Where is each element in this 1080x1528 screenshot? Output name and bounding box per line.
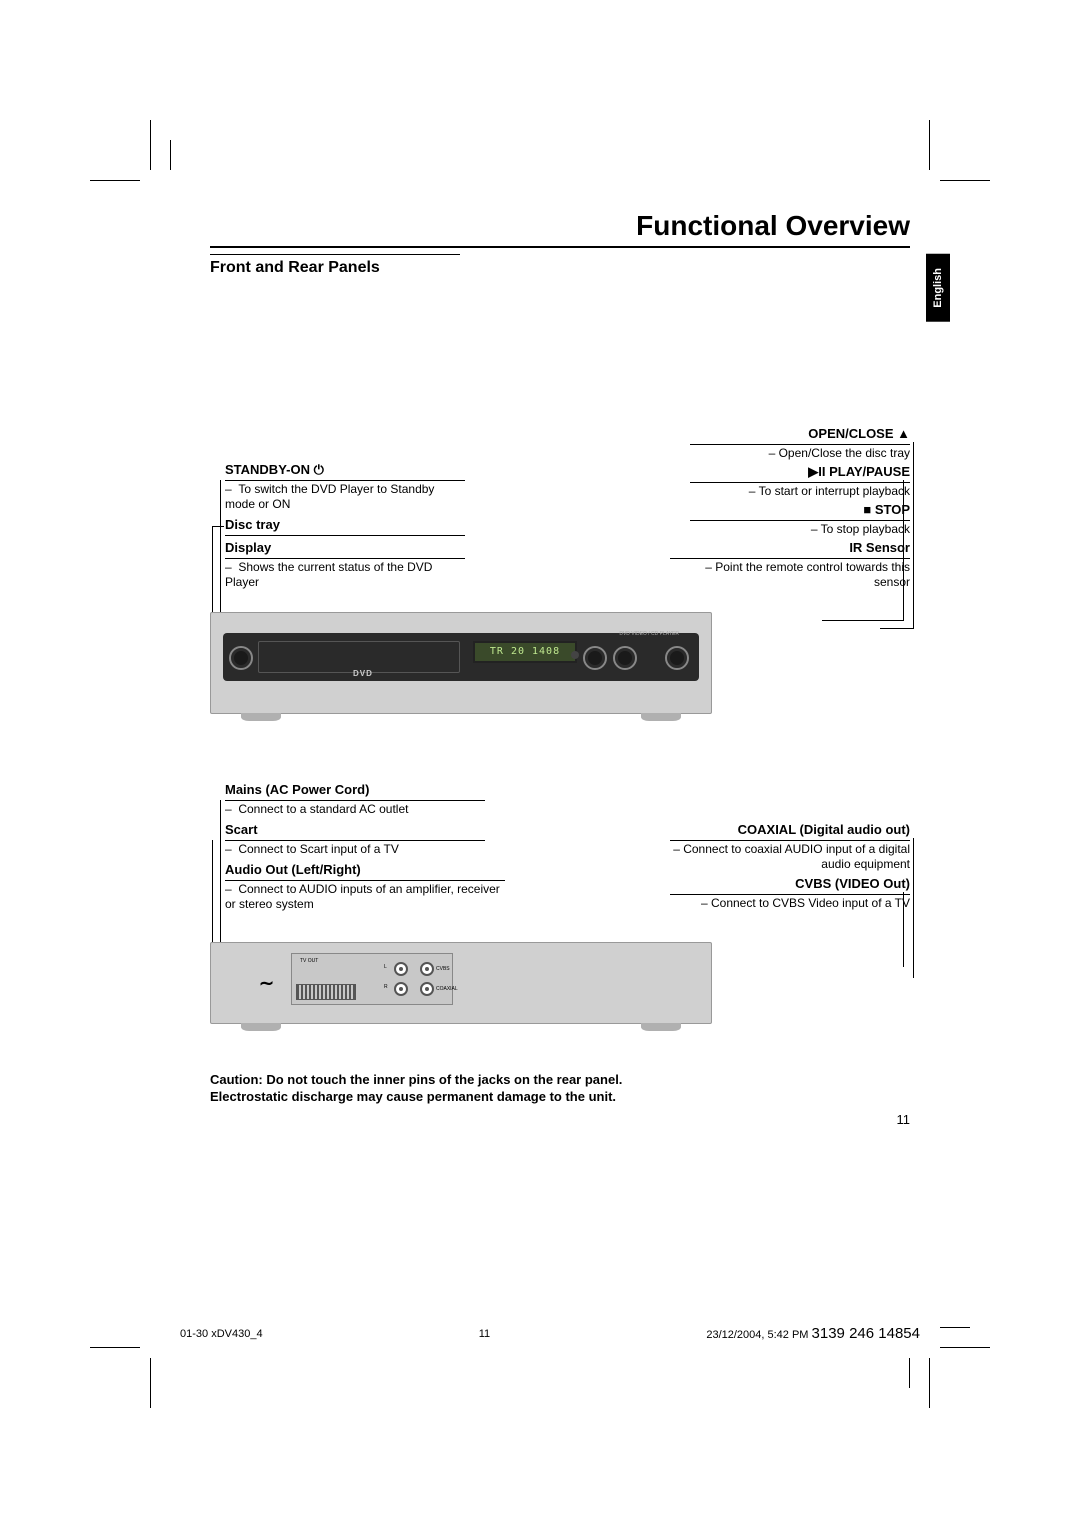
playpause-button-graphic xyxy=(613,646,637,670)
l-text: L xyxy=(384,964,387,970)
display-heading: Display xyxy=(225,540,465,559)
rca-r xyxy=(394,982,408,996)
language-tab: English xyxy=(926,254,950,322)
dvd-logo: DVD xyxy=(353,669,373,678)
irsensor-label: IR Sensor – Point the remote control tow… xyxy=(670,540,910,591)
leader-line xyxy=(913,442,914,628)
audioout-label: Audio Out (Left/Right) – Connect to AUDI… xyxy=(225,862,505,913)
footer-partno: 3139 246 14854 xyxy=(812,1325,920,1342)
audioout-desc: Connect to AUDIO inputs of an amplifier,… xyxy=(225,882,500,912)
playpause-heading: ▶II PLAY/PAUSE xyxy=(690,464,910,483)
leader-line xyxy=(903,892,904,967)
irsensor-heading: IR Sensor xyxy=(670,540,910,559)
coax-desc: Connect to coaxial AUDIO input of a digi… xyxy=(683,842,910,872)
leader-line xyxy=(903,480,904,620)
coax-label: COAXIAL (Digital audio out) – Connect to… xyxy=(670,822,910,873)
scart-heading: Scart xyxy=(225,822,485,841)
page-number: 11 xyxy=(210,1112,910,1127)
print-footer: 01-30 xDV430_4 11 23/12/2004, 5:42 PM 31… xyxy=(180,1325,920,1342)
leader-line xyxy=(880,628,914,629)
rear-panel-diagram: Mains (AC Power Cord) – Connect to a sta… xyxy=(210,782,910,1042)
power-icon: ⏻ xyxy=(314,462,324,477)
caution-line2: Electrostatic discharge may cause perman… xyxy=(210,1089,616,1104)
lcd-display: TR 20 1408 xyxy=(473,641,577,663)
page-title: Functional Overview xyxy=(210,210,910,248)
disc-tray-label: Disc tray xyxy=(225,517,465,537)
mains-label: Mains (AC Power Cord) – Connect to a sta… xyxy=(225,782,485,817)
display-desc: Shows the current status of the DVD Play… xyxy=(225,560,432,590)
openclose-desc: Open/Close the disc tray xyxy=(779,446,910,460)
disctray-heading: Disc tray xyxy=(225,517,465,536)
front-panel-diagram: STANDBY-ON ⏻ – To switch the DVD Player … xyxy=(210,362,910,722)
rear-panel-device: ∼ TV OUT L R CVBS COAXIAL xyxy=(210,942,712,1024)
cvbs-heading: CVBS (VIDEO Out) xyxy=(670,876,910,895)
r-text: R xyxy=(384,984,388,990)
footer-docname: 01-30 xDV430_4 xyxy=(180,1328,263,1340)
coax-heading: COAXIAL (Digital audio out) xyxy=(670,822,910,841)
openclose-label: OPEN/CLOSE ▲ – Open/Close the disc tray xyxy=(690,426,910,461)
scart-desc: Connect to Scart input of a TV xyxy=(238,842,399,856)
display-label: Display – Shows the current status of th… xyxy=(225,540,465,591)
panel-model-label: DVD VIDEO / CD PLAYER xyxy=(619,631,679,637)
ac-symbol: ∼ xyxy=(259,973,274,994)
openclose-button-graphic xyxy=(665,646,689,670)
leader-line xyxy=(212,526,224,527)
ir-sensor-graphic xyxy=(571,651,579,659)
openclose-heading: OPEN/CLOSE ▲ xyxy=(690,426,910,445)
stop-button-graphic xyxy=(583,646,607,670)
caution-text: Caution: Do not touch the inner pins of … xyxy=(210,1072,910,1106)
leader-line xyxy=(913,838,914,978)
tvout-text: TV OUT xyxy=(300,958,318,964)
cvbs-desc: Connect to CVBS Video input of a TV xyxy=(711,896,910,910)
section-heading: Front and Rear Panels xyxy=(210,254,460,277)
standby-heading: STANDBY-ON xyxy=(225,462,310,477)
audioout-heading: Audio Out (Left/Right) xyxy=(225,862,505,881)
mains-heading: Mains (AC Power Cord) xyxy=(225,782,485,801)
scart-label: Scart – Connect to Scart input of a TV xyxy=(225,822,485,857)
irsensor-desc: Point the remote control towards this se… xyxy=(715,560,910,590)
cvbs-label: CVBS (VIDEO Out) – Connect to CVBS Video… xyxy=(670,876,910,911)
footer-timestamp: 23/12/2004, 5:42 PM xyxy=(706,1329,808,1341)
caution-line1: Caution: Do not touch the inner pins of … xyxy=(210,1072,622,1087)
stop-desc: To stop playback xyxy=(821,522,910,536)
mains-desc: Connect to a standard AC outlet xyxy=(238,802,408,816)
footer-page: 11 xyxy=(479,1328,490,1340)
coax-text: COAXIAL xyxy=(436,986,458,992)
coax-jack xyxy=(420,982,434,996)
standby-on-label: STANDBY-ON ⏻ – To switch the DVD Player … xyxy=(225,462,465,513)
cvbs-jack xyxy=(420,962,434,976)
stop-label: ■ STOP – To stop playback xyxy=(690,502,910,537)
playpause-label: ▶II PLAY/PAUSE – To start or interrupt p… xyxy=(690,464,910,499)
leader-line xyxy=(822,620,904,621)
rca-l xyxy=(394,962,408,976)
front-panel-device: TR 20 1408 DVD VIDEO / CD PLAYER DVD xyxy=(210,612,712,714)
playpause-desc: To start or interrupt playback xyxy=(759,484,910,498)
standby-desc: To switch the DVD Player to Standby mode… xyxy=(225,482,434,512)
cvbs-text: CVBS xyxy=(436,966,450,972)
standby-button-graphic xyxy=(229,646,253,670)
scart-connector xyxy=(296,984,356,1000)
stop-heading: ■ STOP xyxy=(690,502,910,521)
